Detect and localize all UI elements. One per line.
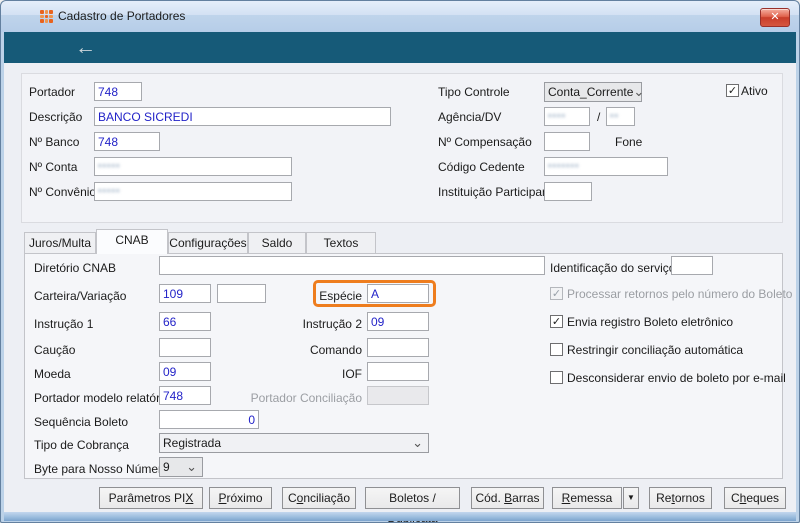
num-convenio-input[interactable]: ••••• [94,182,292,201]
num-compensacao-label: Nº Compensação [438,135,532,149]
conciliacao-button[interactable]: Conciliação [282,487,356,509]
restringir-conciliacao-checkbox[interactable] [550,343,563,356]
carteira-variacao-label: Carteira/Variação [34,289,127,303]
sequencia-boleto-label: Sequência Boleto [34,415,129,429]
instrucao1-input[interactable]: 66 [159,312,211,331]
codigo-cedente-label: Código Cedente [438,160,525,174]
instrucao1-label: Instrução 1 [34,317,94,331]
desconsiderar-envio-checkbox[interactable] [550,371,563,384]
header-band: ← [4,32,796,63]
back-arrow-icon[interactable]: ← [75,34,96,61]
num-conta-label: Nº Conta [29,160,78,174]
envia-registro-label: Envia registro Boleto eletrônico [567,315,734,329]
remessa-button[interactable]: Remessa [552,487,622,509]
window: Cadastro de Portadores ✕ ← Portador 748 … [0,0,800,523]
instrucao2-label: Instrução 2 [302,317,362,331]
chevron-down-icon: ⌄ [412,435,423,450]
envia-registro-checkbox[interactable]: ✓ [550,315,563,328]
retornos-button[interactable]: Retornos [649,487,712,509]
window-title: Cadastro de Portadores [58,9,186,23]
identificacao-servico-label: Identificação do serviço [550,261,676,275]
portador-label: Portador [29,85,76,99]
app-icon [40,10,53,23]
processar-retornos-label: Processar retornos pelo número do Boleto [567,287,793,301]
sequencia-boleto-input[interactable]: 0 [159,410,259,429]
num-conta-input[interactable]: ••••• [94,157,292,176]
moeda-label: Moeda [34,367,71,381]
instrucao2-input[interactable]: 09 [367,312,429,331]
descricao-label: Descrição [29,110,83,124]
title-bar[interactable]: Cadastro de Portadores ✕ [1,1,799,32]
cod-barras-button[interactable]: Cód. Barras [471,487,544,509]
desconsiderar-envio-label: Desconsiderar envio de boleto por e-mail [567,371,786,385]
client-area: ← Portador 748 Descrição BANCO SICREDI N… [4,32,796,522]
fone-label: Fone [615,135,643,149]
processar-retornos-checkbox: ✓ [550,287,563,300]
diretorio-cnab-input[interactable] [159,256,545,275]
boletos-duplicata-button[interactable]: Boletos / Duplicata [365,487,460,522]
portador-modelo-input[interactable]: 748 [159,386,211,405]
byte-nosso-numero-label: Byte para Nosso Número [34,462,169,476]
codigo-cedente-input[interactable]: ••••••• [544,157,668,176]
window-bottom-border [4,512,796,521]
parametros-pix-button[interactable]: Parâmetros PIX [99,487,203,509]
ativo-label: Ativo [741,84,768,98]
dv-input[interactable]: •• [606,107,635,126]
tab-textos[interactable]: Textos [306,232,376,254]
cheques-button[interactable]: Cheques [724,487,786,509]
remessa-dropdown-arrow-icon[interactable]: ▼ [623,487,639,509]
num-convenio-label: Nº Convênio [29,185,97,199]
agencia-dv-separator: / [597,110,601,124]
comando-label: Comando [309,343,362,357]
tab-configuracoes[interactable]: Configurações [168,232,248,254]
num-banco-input[interactable]: 748 [94,132,160,151]
num-banco-label: Nº Banco [29,135,80,149]
agencia-input[interactable]: •••• [544,107,590,126]
moeda-input[interactable]: 09 [159,362,211,381]
iof-input[interactable] [367,362,429,381]
byte-nosso-numero-select[interactable]: 9 ⌄ [159,457,203,477]
especie-label: Espécie [319,289,362,303]
tab-saldo[interactable]: Saldo [248,232,306,254]
portador-conciliacao-input [367,386,429,405]
comando-input[interactable] [367,338,429,357]
tipo-cobranca-label: Tipo de Cobrança [34,438,129,452]
carteira-input[interactable]: 109 [159,284,211,303]
tab-juros-multa[interactable]: Juros/Multa [24,232,96,254]
tipo-controle-label: Tipo Controle [438,85,510,99]
diretorio-cnab-label: Diretório CNAB [34,261,117,275]
tab-cnab[interactable]: CNAB [96,229,168,254]
tipo-cobranca-select[interactable]: Registrada ⌄ [159,433,429,453]
num-compensacao-input[interactable] [544,132,590,151]
caucao-label: Caução [34,343,76,357]
identificacao-servico-input[interactable] [671,256,713,275]
especie-input[interactable]: A [367,284,429,303]
tipo-controle-select[interactable]: Conta_Corrente ⌄ [544,82,644,102]
chevron-down-icon: ⌄ [186,459,197,474]
proximo-button[interactable]: Próximo [209,487,272,509]
chevron-down-icon: ⌄ [633,84,645,99]
caucao-input[interactable] [159,338,211,357]
iof-label: IOF [342,367,362,381]
descricao-input[interactable]: BANCO SICREDI [94,107,391,126]
close-icon[interactable]: ✕ [760,8,790,27]
portador-conciliacao-label: Portador Conciliação [250,391,362,405]
agencia-dv-label: Agência/DV [438,110,502,124]
instituicao-participante-label: Instituição Participante [438,185,559,199]
portador-modelo-label: Portador modelo relatório [34,391,170,405]
ativo-checkbox[interactable]: ✓ [726,84,739,97]
instituicao-participante-input[interactable] [544,182,592,201]
restringir-conciliacao-label: Restringir conciliação automática [567,343,744,357]
portador-input[interactable]: 748 [94,82,142,101]
